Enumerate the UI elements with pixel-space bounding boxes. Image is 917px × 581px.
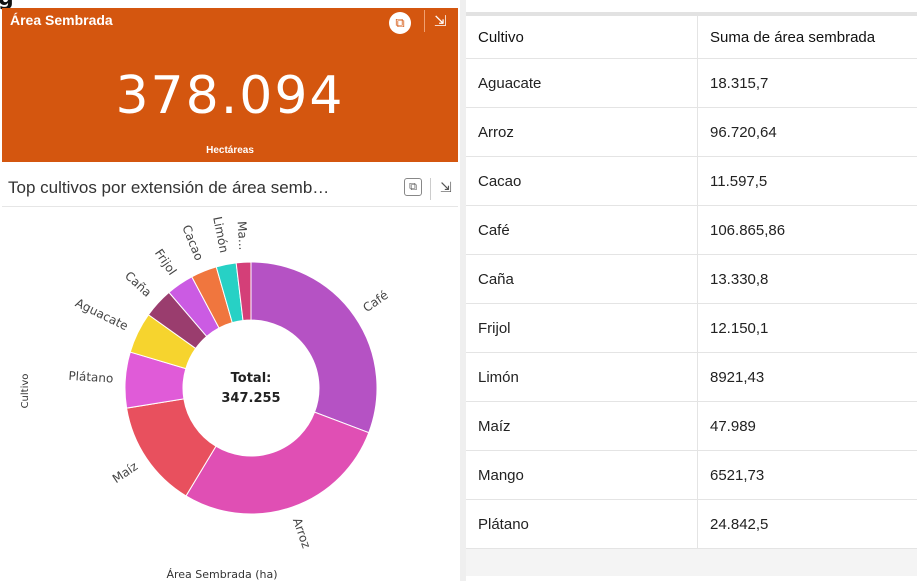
cell-cultivo: Cacao [466,156,698,206]
cell-cultivo: Maíz [466,401,698,451]
table-row[interactable]: Aguacate 18.315,7 [466,58,917,108]
slice-label: Limón [210,215,231,254]
cell-area: 13.330,8 [697,254,917,304]
cell-area: 24.842,5 [697,499,917,549]
slice-caf-[interactable] [250,261,378,434]
kpi-title: Área Sembrada [10,12,113,28]
expand-icon[interactable]: ⇲ [434,12,447,30]
slice-label: Ma... [235,221,251,251]
table-toggle-icon[interactable]: ⧉ [389,12,411,34]
cell-area: 11.597,5 [697,156,917,206]
column-header-cultivo[interactable]: Cultivo [466,16,698,59]
donut-chart: Café Arroz Maíz Plátano AguacateCañaFrijol Ca… [20,215,391,581]
slice-label: Maíz [110,459,140,486]
slice-label: Aguacate [73,296,130,334]
expand-icon[interactable]: ⇲ [440,179,452,196]
table-header-row: Cultivo Suma de área sembrada [466,16,917,59]
cell-area: 18.315,7 [697,58,917,108]
cell-cultivo: Aguacate [466,58,698,108]
table-toggle-icon[interactable]: ⧉ [404,178,422,196]
chart-card: Top cultivos por extensión de área semb…… [2,166,458,581]
cell-cultivo: Frijol [466,303,698,353]
cell-cultivo: Arroz [466,107,698,157]
cell-area: 8921,43 [697,352,917,402]
x-axis-label: Área Sembrada (ha) [166,568,277,581]
data-table: Cultivo Suma de área sembrada Aguacate 18… [466,16,917,549]
cell-area: 6521,73 [697,450,917,500]
cell-area: 106.865,86 [697,205,917,255]
chart-header: Top cultivos por extensión de área semb…… [2,170,458,207]
cell-cultivo: Mango [466,450,698,500]
cell-area: 47.989 [697,401,917,451]
chart-title: Top cultivos por extensión de área semb… [8,178,330,197]
table-row[interactable]: Plátano 24.842,5 [466,499,917,549]
table-row[interactable]: Maíz 47.989 [466,401,917,451]
table-row[interactable]: Caña 13.330,8 [466,254,917,304]
table-row[interactable]: Cacao 11.597,5 [466,156,917,206]
slice-label: Café [360,288,390,315]
kpi-value: 378.094 [115,66,345,126]
kpi-unit: Hectáreas [206,145,254,156]
table-row[interactable]: Mango 6521,73 [466,450,917,500]
slice-label: Plátano [68,369,114,386]
table-row[interactable]: Arroz 96.720,64 [466,107,917,157]
center-value: 347.255 [221,391,280,406]
data-table-panel: Cultivo Suma de área sembrada Aguacate 18… [466,12,917,576]
cell-cultivo: Caña [466,254,698,304]
center-label: Total: [231,371,272,386]
table-row[interactable]: Frijol 12.150,1 [466,303,917,353]
slice-label: Cacao [179,223,206,263]
slice-label: Arroz [290,516,313,550]
cell-cultivo: Limón [466,352,698,402]
y-axis-label: Cultivo [20,374,31,409]
column-header-suma[interactable]: Suma de área sembrada [697,16,917,59]
table-row[interactable]: Café 106.865,86 [466,205,917,255]
table-row[interactable]: Limón 8921,43 [466,352,917,402]
divider [424,10,425,32]
cell-area: 96.720,64 [697,107,917,157]
divider [430,178,431,200]
kpi-card: Área Sembrada ⧉ ⇲ 378.094 Hectáreas [2,8,458,162]
cell-cultivo: Café [466,205,698,255]
slice-label: Frijol [152,246,180,277]
cell-cultivo: Plátano [466,499,698,549]
slice-arroz[interactable] [185,411,370,515]
slice-label: Caña [122,269,154,300]
cell-area: 12.150,1 [697,303,917,353]
